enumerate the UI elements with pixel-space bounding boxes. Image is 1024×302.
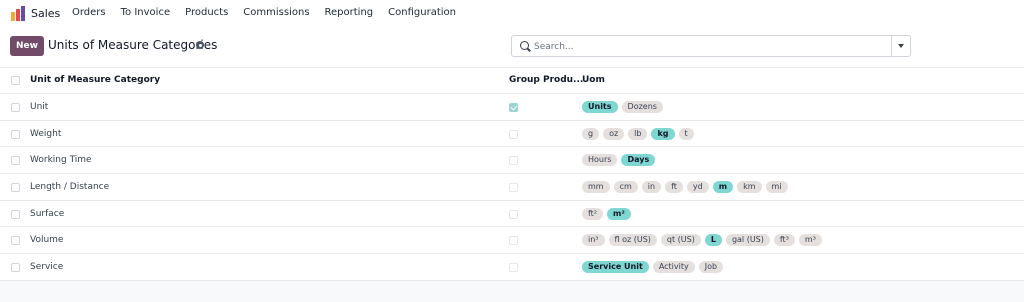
uom-tag: gal (US) <box>725 234 770 247</box>
gear-icon[interactable] <box>196 41 204 49</box>
group-products-checkbox <box>509 236 518 246</box>
category-name: Volume <box>30 235 64 246</box>
category-name: Service <box>30 262 64 273</box>
table-row[interactable]: Service Service Unit Activity Job <box>0 254 1024 281</box>
uom-tag: in <box>641 181 662 194</box>
search-options-toggle[interactable] <box>891 36 910 56</box>
uom-tag: km <box>737 181 762 194</box>
uom-tag: Hours <box>582 154 618 167</box>
uom-tag: cm <box>613 181 638 194</box>
uom-tag: mi <box>765 181 788 194</box>
uom-tag: in³ <box>582 234 605 247</box>
column-header-uom[interactable]: Uom <box>582 75 605 85</box>
row-checkbox[interactable] <box>11 236 20 246</box>
row-checkbox[interactable] <box>11 183 20 193</box>
uom-tag: t <box>678 127 694 140</box>
row-checkbox[interactable] <box>11 209 20 219</box>
table-row[interactable]: Unit Units Dozens <box>0 94 1024 121</box>
category-name: Working Time <box>30 155 92 166</box>
uom-tags: ft² m² <box>582 207 635 220</box>
uom-tag: Days <box>621 154 656 167</box>
category-name: Surface <box>30 208 65 219</box>
group-products-checkbox <box>509 263 518 273</box>
category-name: Weight <box>30 128 62 139</box>
table-row[interactable]: Weight g oz lb kg t <box>0 121 1024 148</box>
category-name: Length / Distance <box>30 182 110 193</box>
uom-tag: L <box>704 234 722 247</box>
category-name: Unit <box>30 102 49 112</box>
table-row[interactable]: Volume in³ fl oz (US) qt (US) Lgal (US) ft³ m³ <box>0 227 1024 255</box>
uom-tags: Service Unit Activity Job <box>582 261 727 274</box>
new-button[interactable]: New <box>10 36 44 56</box>
row-checkbox[interactable] <box>11 103 20 112</box>
uom-tag: Activity <box>652 261 695 274</box>
menu-item-products[interactable]: Products <box>185 7 228 18</box>
table-body: Unit Units Dozens Weight g oz lb kg t Working Tim… <box>0 94 1024 281</box>
uom-tag: m² <box>607 207 631 220</box>
uom-tag: oz <box>603 127 625 140</box>
uom-tags: in³ fl oz (US) qt (US) Lgal (US) ft³ m³ <box>582 234 826 247</box>
table-row[interactable]: Working Time Hours Days <box>0 147 1024 175</box>
table-row[interactable]: Length / Distance mm cm in ft yd m km mi <box>0 174 1024 201</box>
column-header-group[interactable]: Group Produ... <box>509 75 583 85</box>
uom-tag: lb <box>628 127 648 140</box>
uom-tag: qt (US) <box>660 234 701 247</box>
uom-tag: ft³ <box>773 234 795 247</box>
row-checkbox[interactable] <box>11 156 20 166</box>
app-name[interactable]: Sales <box>31 7 60 20</box>
search-input[interactable] <box>534 40 894 53</box>
uom-tag: fl oz (US) <box>608 234 657 247</box>
group-products-checkbox <box>509 103 518 112</box>
menu-item-configuration[interactable]: Configuration <box>388 7 456 18</box>
top-navbar: Sales Orders To Invoice Products Commiss… <box>0 0 1024 28</box>
menu-item-commissions[interactable]: Commissions <box>243 7 309 18</box>
uom-tag: Service Unit <box>582 261 649 274</box>
page-title: Units of Measure Categories <box>48 38 218 52</box>
group-products-checkbox <box>509 209 518 219</box>
table-header: Unit of Measure Category Group Produ... … <box>0 68 1024 94</box>
row-checkbox[interactable] <box>11 263 20 273</box>
main-menu: Orders To Invoice Products Commissions R… <box>72 7 471 18</box>
uom-tag: Dozens <box>621 101 663 113</box>
menu-item-reporting[interactable]: Reporting <box>325 7 374 18</box>
uom-tag: yd <box>686 181 709 194</box>
uom-tags: Hours Days <box>582 154 659 167</box>
uom-tag: Units <box>582 101 618 113</box>
table-row[interactable]: Surface ft² m² <box>0 201 1024 228</box>
uom-tags: g oz lb kg t <box>582 127 698 140</box>
uom-tag: Job <box>698 261 724 274</box>
search-bar <box>511 35 911 57</box>
search-icon <box>520 41 529 50</box>
uom-tag: ft <box>665 181 683 194</box>
uom-tag: mm <box>582 181 610 194</box>
uom-tag: m <box>712 181 734 194</box>
sales-app-icon[interactable] <box>11 6 25 21</box>
uom-tags: Units Dozens <box>582 101 667 113</box>
list-table: Unit of Measure Category Group Produ... … <box>0 68 1024 281</box>
group-products-checkbox <box>509 156 518 166</box>
menu-item-to-invoice[interactable]: To Invoice <box>121 7 170 18</box>
uom-tag: ft² <box>582 207 604 220</box>
uom-tag: g <box>582 127 600 140</box>
menu-item-orders[interactable]: Orders <box>72 7 106 18</box>
control-panel: New Units of Measure Categories <box>0 28 1024 68</box>
column-header-category[interactable]: Unit of Measure Category <box>30 75 160 85</box>
group-products-checkbox <box>509 129 518 139</box>
uom-tag: m³ <box>798 234 822 247</box>
group-products-checkbox <box>509 183 518 193</box>
caret-down-icon <box>898 44 904 48</box>
uom-tag: kg <box>651 127 675 140</box>
uom-tags: mm cm in ft yd m km mi <box>582 181 792 194</box>
row-checkbox[interactable] <box>11 129 20 139</box>
select-all-checkbox[interactable] <box>11 76 20 85</box>
